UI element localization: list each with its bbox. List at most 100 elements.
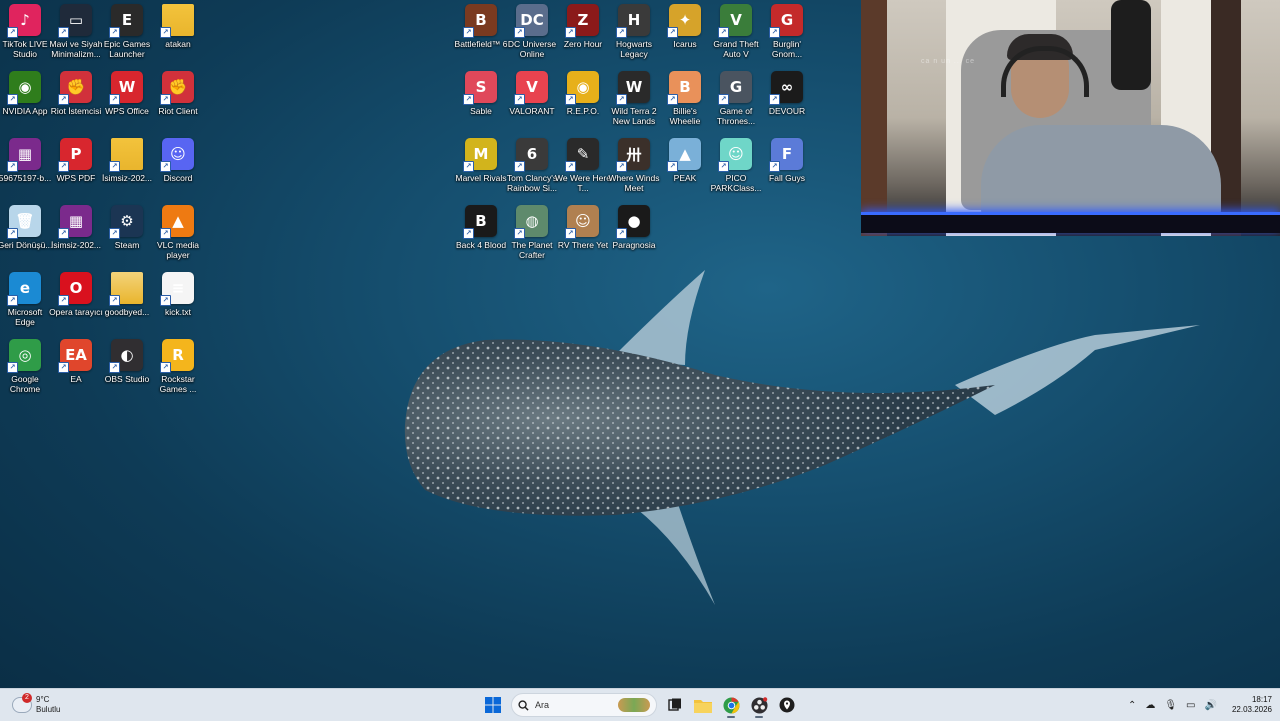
shortcut-arrow-icon: ↗	[109, 94, 120, 105]
desktop-shortcut[interactable]: ▦ ↗ İsimsiz-202...	[51, 205, 101, 269]
shortcut-arrow-icon: ↗	[463, 161, 474, 172]
desktop-shortcut[interactable]: ↗ atakan	[153, 4, 203, 68]
shortcut-arrow-icon: ↗	[565, 228, 576, 239]
desktop-shortcut[interactable]: ✦ ↗ Icarus	[660, 4, 710, 68]
shortcut-arrow-icon: ↗	[769, 94, 780, 105]
onedrive-icon[interactable]: ☁	[1145, 700, 1155, 711]
desktop-shortcut[interactable]: S ↗ Sable	[456, 71, 506, 135]
keyboard-backlight	[861, 212, 1280, 233]
shortcut-arrow-icon: ↗	[7, 161, 18, 172]
taskbar-search[interactable]: Ara	[511, 693, 657, 717]
microphone-icon[interactable]: 🎙	[1164, 700, 1177, 711]
desktop-shortcut[interactable]: ✊ ↗ Riot İstemcisi	[51, 71, 101, 135]
shortcut-arrow-icon: ↗	[616, 27, 627, 38]
desktop-shortcut[interactable]: E ↗ Epic Games Launcher	[102, 4, 152, 68]
desktop-shortcut[interactable]: W ↗ Wild Terra 2 New Lands	[609, 71, 659, 135]
icon-glyph: B	[475, 11, 487, 29]
desktop-shortcut[interactable]: P ↗ WPS PDF	[51, 138, 101, 202]
desktop-shortcut[interactable]: 🗑 ↗ Geri Dönüşü...	[0, 205, 52, 269]
desktop-shortcut-label: kick.txt	[165, 307, 191, 317]
desktop-shortcut[interactable]: G ↗ Game of Thrones...	[711, 71, 761, 135]
icon-glyph: B	[475, 212, 487, 230]
desktop-shortcut[interactable]: B ↗ Billie's Wheelie	[660, 71, 710, 135]
desktop-shortcut[interactable]: ▲ ↗ PEAK	[660, 138, 710, 202]
desktop-shortcut[interactable]: ● ↗ Paragnosia	[609, 205, 659, 269]
desktop-shortcut-label: Grand Theft Auto V	[713, 39, 759, 59]
desktop-shortcut[interactable]: ≡ ↗ kick.txt	[153, 272, 203, 336]
zero-hour-icon: Z ↗	[565, 4, 599, 38]
desktop-shortcut[interactable]: W ↗ WPS Office	[102, 71, 152, 135]
desktop-shortcut[interactable]: ↗ goodbyed...	[102, 272, 152, 336]
desktop-shortcut[interactable]: ✊ ↗ Riot Client	[153, 71, 203, 135]
desktop-shortcut[interactable]: 卅 ↗ Where Winds Meet	[608, 138, 660, 202]
devour-icon: ∞ ↗	[769, 71, 803, 105]
desktop-shortcut[interactable]: ◎ ↗ Google Chrome	[0, 339, 50, 403]
shortcut-arrow-icon: ↗	[667, 161, 678, 172]
desktop-shortcut[interactable]: ↗ İsimsiz-202...	[102, 138, 152, 202]
desktop-shortcut[interactable]: ☺ ↗ RV There Yet	[558, 205, 608, 269]
desktop-shortcut[interactable]: ◐ ↗ OBS Studio	[102, 339, 152, 403]
desktop-shortcut-label: Icarus	[673, 39, 697, 49]
windows-start-icon[interactable]	[481, 693, 505, 717]
desktop-shortcut[interactable]: e ↗ Microsoft Edge	[0, 272, 50, 336]
volume-icon[interactable]: 🔊	[1205, 700, 1217, 711]
desktop-shortcut[interactable]: ▦ ↗ 59675197-b...	[0, 138, 51, 202]
desktop-shortcut[interactable]: ☺ ↗ Discord	[153, 138, 203, 202]
desktop-shortcut[interactable]: 6 ↗ Tom Clancy's Rainbow Si...	[507, 138, 557, 202]
desktop-shortcut[interactable]: EA ↗ EA	[51, 339, 101, 403]
desktop-shortcut[interactable]: B ↗ Back 4 Blood	[456, 205, 506, 269]
desktop-shortcut[interactable]: B ↗ Battlefield™ 6	[455, 4, 507, 68]
icon-glyph: O	[69, 279, 83, 297]
chevron-up-icon[interactable]: ⌃	[1128, 700, 1136, 711]
desktop-shortcut-label: Billie's Wheelie	[669, 106, 701, 126]
shortcut-arrow-icon: ↗	[160, 94, 171, 105]
desktop-shortcut[interactable]: ✎ ↗ We Were Here T...	[555, 138, 611, 202]
obs-icon[interactable]	[747, 693, 771, 718]
fall-guys-icon: F ↗	[769, 138, 803, 172]
clock-time: 18:17	[1251, 695, 1272, 704]
icon-glyph: R	[172, 346, 184, 364]
desktop-shortcut[interactable]: ⚙ ↗ Steam	[102, 205, 152, 269]
desktop-shortcut[interactable]: ☺ ↗ PICO PARKClass...	[711, 138, 761, 202]
microphone-arm	[1111, 0, 1151, 90]
desktop-shortcut[interactable]: F ↗ Fall Guys	[762, 138, 812, 202]
desktop-shortcut[interactable]: H ↗ Hogwarts Legacy	[609, 4, 659, 68]
we-were-here-icon: ✎ ↗	[565, 138, 599, 172]
shortcut-arrow-icon: ↗	[109, 161, 120, 172]
desktop-shortcut[interactable]: R ↗ Rockstar Games ...	[153, 339, 203, 403]
file-explorer-icon[interactable]	[691, 693, 715, 717]
shortcut-arrow-icon: ↗	[58, 27, 69, 38]
repo-icon: ◉ ↗	[565, 71, 599, 105]
desktop-shortcut[interactable]: ♪ ↗ TikTok LIVE Studio	[0, 4, 50, 68]
system-tray: ⌃ ☁ 🎙 ▭ 🔊 18:17 22.03.2026	[1128, 693, 1272, 717]
desktop-shortcut[interactable]: ▭ ↗ Mavi ve Siyah Minimalizm...	[50, 4, 102, 68]
weather-widget[interactable]: 2 9°C Bulutlu	[12, 693, 60, 717]
display-icon[interactable]: ▭	[1186, 700, 1195, 711]
location-icon[interactable]	[775, 693, 799, 717]
desktop-shortcut[interactable]: DC ↗ DC Universe Online	[507, 4, 557, 68]
taskbar-clock[interactable]: 18:17 22.03.2026	[1232, 695, 1272, 715]
desktop-shortcut-label: Game of Thrones...	[716, 106, 756, 126]
icon-glyph: ▦	[17, 145, 33, 163]
desktop-shortcut-label: VALORANT	[509, 106, 555, 116]
desktop-shortcut[interactable]: O ↗ Opera tarayıcı	[49, 272, 103, 336]
rv-there-yet-icon: ☺ ↗	[565, 205, 599, 239]
task-view-icon[interactable]	[663, 693, 687, 717]
desktop-shortcut-label: OBS Studio	[104, 374, 150, 384]
desktop-shortcut[interactable]: ◉ ↗ NVIDIA App	[0, 71, 50, 135]
desktop-shortcut[interactable]: Z ↗ Zero Hour	[558, 4, 608, 68]
desktop-shortcut[interactable]: V ↗ VALORANT	[507, 71, 557, 135]
desktop-shortcut[interactable]: G ↗ Burglin' Gnom...	[762, 4, 812, 68]
shortcut-arrow-icon: ↗	[769, 161, 780, 172]
desktop-shortcut[interactable]: ▲ ↗ VLC media player	[153, 205, 203, 269]
desktop-shortcut-label: Google Chrome	[9, 374, 41, 394]
desktop-shortcut[interactable]: ◍ ↗ The Planet Crafter	[507, 205, 557, 269]
desktop-shortcut[interactable]: M ↗ Marvel Rivals	[455, 138, 507, 202]
icon-glyph: 卅	[626, 145, 642, 164]
icon-glyph: ✎	[576, 145, 590, 163]
desktop-shortcut[interactable]: V ↗ Grand Theft Auto V	[711, 4, 761, 68]
desktop-shortcut[interactable]: ◉ ↗ R.E.P.O.	[558, 71, 608, 135]
desktop-shortcut[interactable]: ∞ ↗ DEVOUR	[762, 71, 812, 135]
chrome-icon[interactable]	[719, 693, 743, 718]
icon-glyph: ✊	[66, 78, 86, 96]
